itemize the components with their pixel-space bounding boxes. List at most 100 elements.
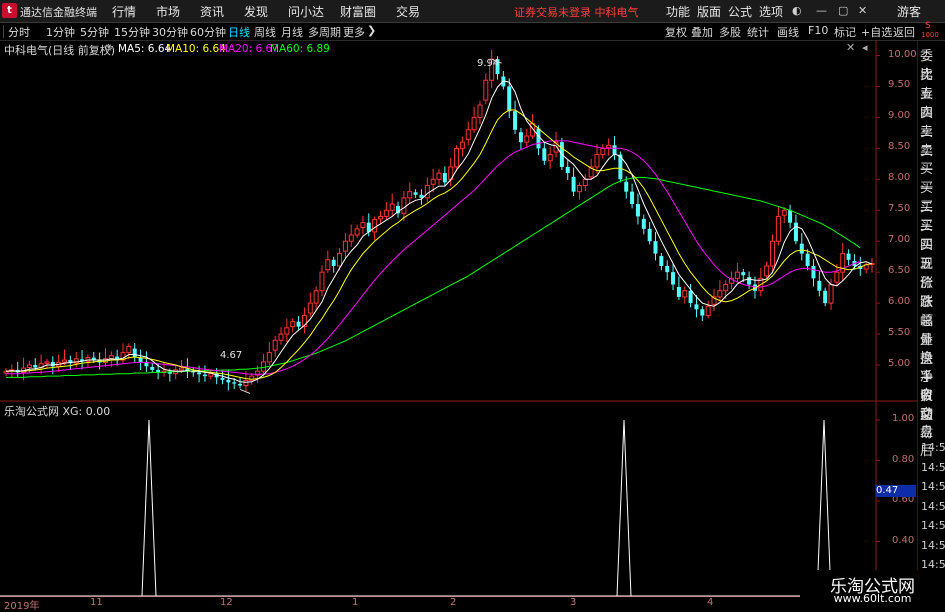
- candle-body: [284, 327, 290, 335]
- period-more[interactable]: 更多: [343, 24, 365, 40]
- menu-hangqing[interactable]: 行情: [112, 3, 136, 20]
- user-label[interactable]: 游客: [897, 3, 921, 20]
- period-30min[interactable]: 30分钟: [152, 24, 188, 40]
- candle-body: [471, 116, 477, 131]
- candle-body: [243, 379, 249, 386]
- candle-body: [319, 271, 325, 292]
- candle-body: [682, 290, 688, 298]
- right-top-val: 1000: [921, 31, 939, 39]
- candle-body: [536, 128, 541, 149]
- btn-fanhui[interactable]: 返回: [893, 24, 915, 40]
- menu-faxian[interactable]: 发现: [244, 3, 268, 20]
- tick-time: 14:56: [921, 441, 945, 454]
- btn-diejia[interactable]: 叠加: [691, 24, 713, 40]
- candle-body: [407, 191, 413, 199]
- candle-body: [846, 253, 851, 260]
- minimize-icon[interactable]: —: [816, 4, 827, 17]
- period-weekly[interactable]: 周线: [254, 24, 276, 40]
- candle-body: [641, 218, 646, 229]
- period-multi[interactable]: 多周期: [308, 24, 341, 40]
- tick-time: 14:56: [921, 538, 945, 552]
- menu-jiaoyi[interactable]: 交易: [396, 3, 420, 20]
- more-chevron-icon[interactable]: ❯: [367, 24, 376, 37]
- candle-body: [676, 287, 681, 297]
- menu-gongshi[interactable]: 公式: [728, 3, 752, 20]
- candle-body: [348, 234, 354, 242]
- btn-zixuan[interactable]: +自选: [861, 24, 892, 40]
- candle-body: [764, 265, 770, 277]
- candle-body: [296, 321, 301, 327]
- candle-body: [565, 166, 570, 174]
- watermark-url: www.60lt.com: [833, 592, 912, 605]
- menu-wenxiaoda[interactable]: 问小达: [288, 3, 324, 20]
- ma5-line: [5, 80, 873, 383]
- btn-f10[interactable]: F10: [808, 24, 828, 37]
- candle-body: [805, 253, 810, 266]
- candle-body: [606, 144, 612, 149]
- candle-body: [594, 154, 600, 168]
- btn-fuquan[interactable]: 复权: [665, 24, 687, 40]
- candle-body: [477, 104, 483, 118]
- tick-time: 14:56: [921, 480, 945, 493]
- period-daily[interactable]: 日线: [228, 24, 250, 40]
- btn-biaoji[interactable]: 标记: [834, 24, 856, 40]
- candle-body: [507, 86, 512, 112]
- btn-duogu[interactable]: 多股: [719, 24, 741, 40]
- right-top-s: S: [925, 21, 931, 31]
- candle-body: [811, 265, 816, 279]
- candle-body: [226, 379, 231, 383]
- kline-chart[interactable]: [0, 40, 918, 597]
- menu-banmian[interactable]: 版面: [697, 3, 721, 20]
- menu-gongneng[interactable]: 功能: [666, 3, 690, 20]
- period-5min[interactable]: 5分钟: [80, 24, 109, 40]
- period-60min[interactable]: 60分钟: [190, 24, 226, 40]
- period-monthly[interactable]: 月线: [281, 24, 303, 40]
- menu-shichang[interactable]: 市场: [156, 3, 180, 20]
- candle-body: [542, 148, 547, 161]
- candle-body: [734, 271, 740, 279]
- candle-body: [430, 178, 436, 185]
- menu-caifuquan[interactable]: 财富圈: [340, 3, 376, 20]
- candle-body: [360, 222, 366, 229]
- btn-tongji[interactable]: 统计: [747, 24, 769, 40]
- time-axis-label: 2019年: [4, 601, 40, 612]
- app-title: 通达信金融终端: [20, 6, 97, 19]
- candle-body: [659, 256, 664, 266]
- candle-body: [793, 222, 798, 242]
- candle-body: [278, 333, 284, 341]
- candle-body: [413, 192, 418, 195]
- period-15min[interactable]: 15分钟: [114, 24, 150, 40]
- menu-xuanxiang[interactable]: 选项: [759, 3, 783, 20]
- candle-body: [354, 228, 360, 236]
- candle-body: [454, 147, 460, 168]
- period-1min[interactable]: 1分钟: [46, 24, 75, 40]
- tick-time: 14:56: [921, 460, 945, 474]
- menu-zixun[interactable]: 资讯: [200, 3, 224, 20]
- trade-login-warning[interactable]: 证券交易未登录 中科电气: [514, 4, 639, 20]
- candle-body: [823, 290, 828, 304]
- candle-body: [342, 240, 348, 252]
- candle-body: [513, 111, 518, 130]
- candle-body: [62, 359, 68, 363]
- btn-huaxian[interactable]: 画线: [777, 24, 799, 40]
- low-marker: [239, 388, 251, 394]
- candle-body: [612, 145, 617, 155]
- candle-body: [781, 209, 787, 216]
- low-annotation: 4.67: [220, 350, 243, 361]
- skin-icon[interactable]: ◐: [792, 4, 802, 17]
- candle-body: [424, 184, 430, 199]
- candle-body: [723, 284, 729, 292]
- candle-body: [465, 129, 471, 141]
- close-icon[interactable]: ✕: [858, 4, 867, 17]
- candle-body: [44, 361, 50, 364]
- menu-bar: t 通达信金融终端 行情 市场 资讯 发现 问小达 财富圈 交易 证券交易未登录…: [0, 0, 945, 23]
- app-logo-icon: t: [2, 3, 17, 18]
- candle-body: [436, 172, 442, 180]
- period-fenshi[interactable]: 分时: [8, 24, 30, 40]
- time-axis-label: 2: [450, 597, 457, 608]
- maximize-icon[interactable]: ▢: [838, 4, 848, 17]
- candle-body: [50, 361, 55, 367]
- candle-body: [150, 366, 155, 370]
- candle-body: [600, 147, 606, 156]
- candle-body: [389, 203, 395, 211]
